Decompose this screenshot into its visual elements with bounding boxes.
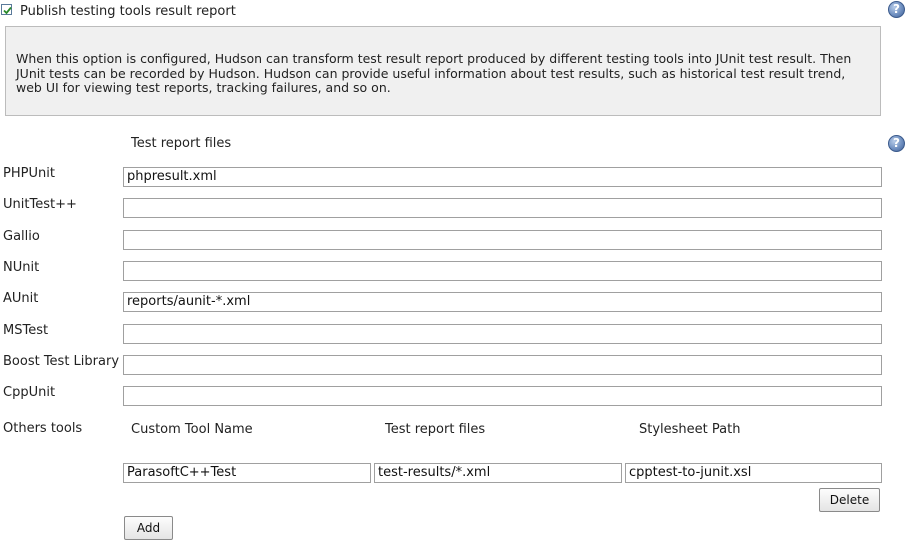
delete-button[interactable]: Delete [819, 488, 880, 512]
tool-label-mstest: MSTest [3, 323, 49, 338]
unittest-input[interactable] [123, 198, 882, 218]
help-icon[interactable]: ? [888, 135, 905, 152]
header-test-report-files: Test report files [385, 422, 486, 437]
tool-label-boost: Boost Test Library [3, 354, 120, 369]
aunit-input[interactable]: reports/aunit-*.xml [123, 292, 882, 312]
tool-label-cppunit: CppUnit [3, 385, 56, 400]
tool-label-nunit: NUnit [3, 260, 40, 275]
mstest-input[interactable] [123, 324, 882, 344]
stylesheet-path-input[interactable]: cpptest-to-junit.xsl [625, 463, 882, 483]
custom-report-files-input[interactable]: test-results/*.xml [374, 463, 622, 483]
others-tools-label: Others tools [3, 421, 83, 436]
cppunit-input[interactable] [123, 386, 882, 406]
publish-label: Publish testing tools result report [20, 4, 236, 19]
phpunit-input[interactable]: phpresult.xml [123, 167, 882, 187]
description-text: When this option is configured, Hudson c… [16, 51, 852, 95]
boost-input[interactable] [123, 355, 882, 375]
header-stylesheet-path: Stylesheet Path [639, 422, 741, 437]
help-icon[interactable]: ? [888, 1, 905, 18]
tool-label-unittest: UnitTest++ [3, 197, 77, 212]
tool-label-gallio: Gallio [3, 229, 40, 244]
add-button[interactable]: Add [124, 516, 173, 540]
header-custom-tool-name: Custom Tool Name [131, 422, 253, 437]
checkmark-icon [3, 6, 12, 15]
tool-label-phpunit: PHPUnit [3, 166, 55, 181]
tool-label-aunit: AUnit [3, 291, 39, 306]
publish-checkbox[interactable] [1, 4, 12, 15]
nunit-input[interactable] [123, 261, 882, 281]
gallio-input[interactable] [123, 230, 882, 250]
custom-tool-name-input[interactable]: ParasoftC++Test [123, 463, 371, 483]
column-header-test-report-files: Test report files [131, 136, 232, 151]
